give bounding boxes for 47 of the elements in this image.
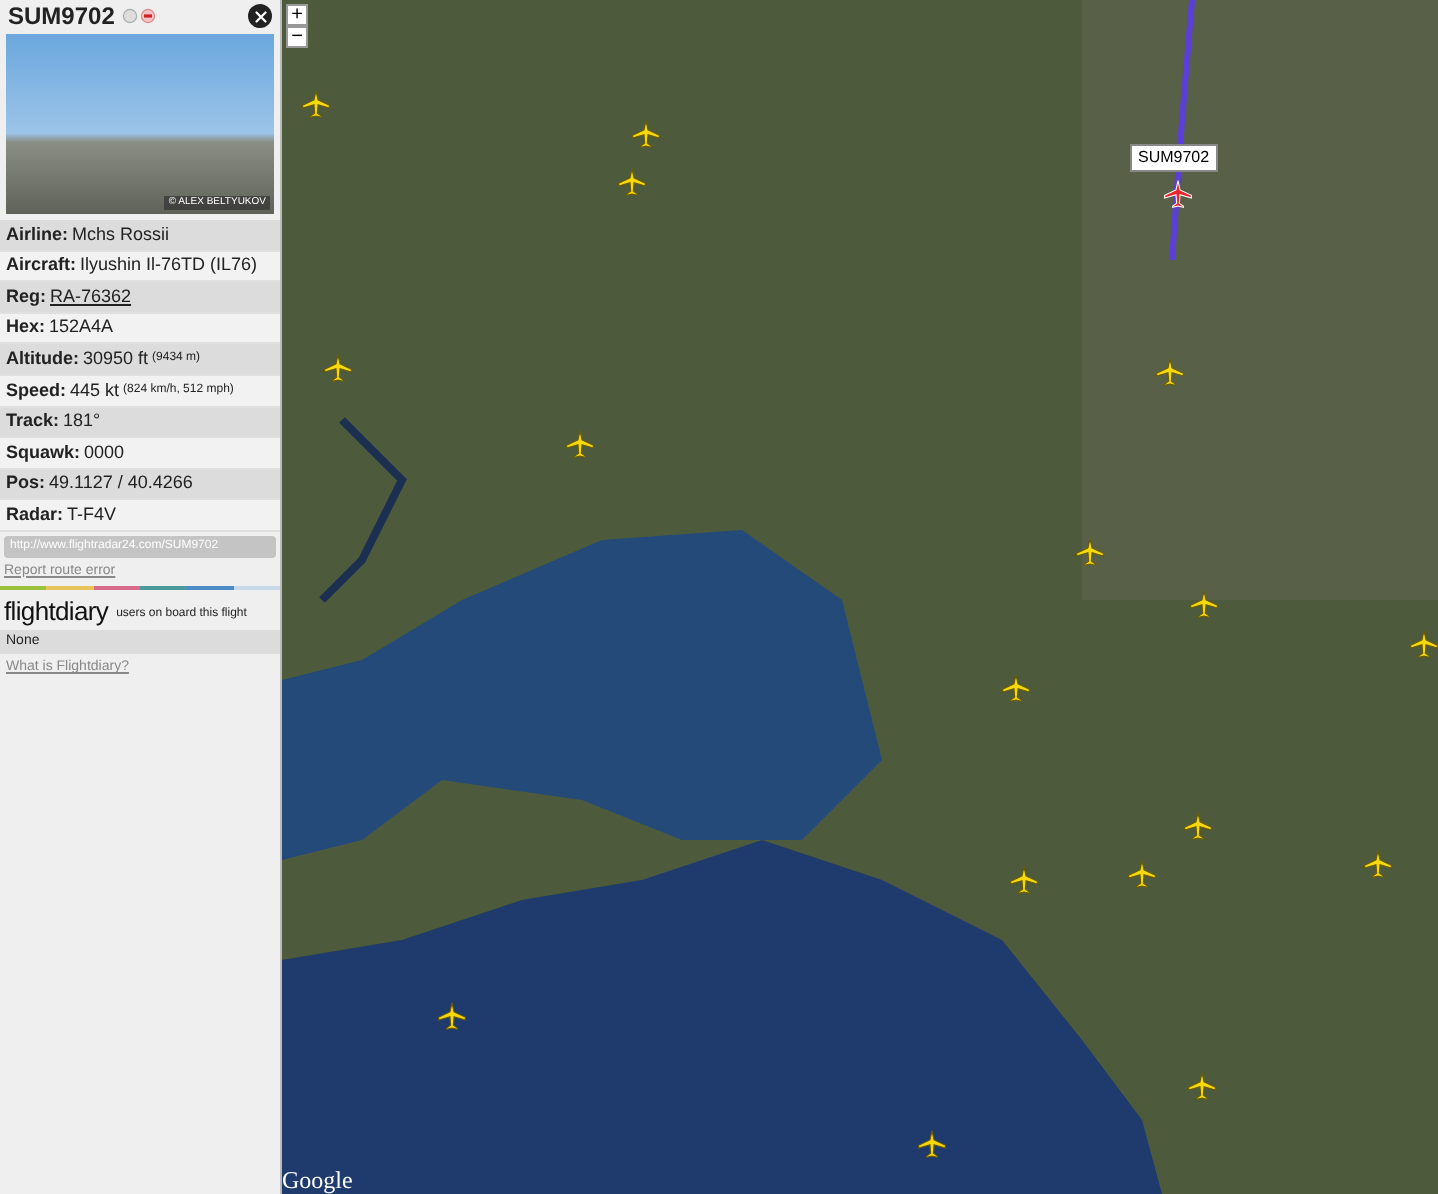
airplane-icon[interactable] bbox=[1362, 848, 1394, 880]
airplane-icon[interactable] bbox=[1182, 810, 1214, 842]
info-label: Airline: bbox=[6, 221, 69, 248]
airplane-icon[interactable] bbox=[436, 1000, 468, 1032]
info-label: Squawk: bbox=[6, 439, 81, 466]
info-label: Hex: bbox=[6, 314, 46, 341]
selected-airplane-icon[interactable] bbox=[1162, 178, 1194, 210]
airplane-icon[interactable] bbox=[300, 88, 332, 120]
flight-label: SUM9702 bbox=[1130, 144, 1218, 172]
info-label: Reg: bbox=[6, 283, 46, 310]
close-button[interactable] bbox=[248, 4, 272, 28]
airplane-icon[interactable] bbox=[564, 428, 596, 460]
airplane-icon[interactable] bbox=[1126, 858, 1158, 890]
airplane-icon[interactable] bbox=[630, 118, 662, 150]
flightdiary-logo: flightdiary bbox=[4, 598, 109, 625]
zoom-in-button[interactable]: + bbox=[286, 4, 308, 26]
airplane-icon[interactable] bbox=[1188, 588, 1220, 620]
info-value: Ilyushin Il-76TD (IL76) bbox=[80, 252, 258, 279]
info-value: 152A4A bbox=[49, 314, 114, 341]
info-label: Aircraft: bbox=[6, 252, 77, 279]
info-value: 30950 ft bbox=[83, 345, 149, 372]
airplane-icon[interactable] bbox=[1408, 628, 1438, 660]
flight-callsign: SUM9702 bbox=[8, 0, 115, 34]
airplane-icon[interactable] bbox=[1154, 356, 1186, 388]
info-value: 181° bbox=[63, 408, 101, 435]
info-label: Pos: bbox=[6, 470, 46, 497]
info-value: 0000 bbox=[84, 439, 125, 466]
google-logo: Google bbox=[282, 1164, 353, 1194]
airplane-icon[interactable] bbox=[1074, 536, 1106, 568]
registration-link[interactable]: RA-76362 bbox=[50, 283, 132, 311]
info-label: Track: bbox=[6, 408, 60, 435]
info-value: 445 kt bbox=[70, 377, 120, 404]
airplane-icon[interactable] bbox=[322, 352, 354, 384]
airplane-icon[interactable] bbox=[616, 166, 648, 198]
info-label: Speed: bbox=[6, 377, 67, 404]
satellite-map[interactable]: + − SUM9702 Google bbox=[282, 0, 1438, 1194]
zoom-out-button[interactable]: − bbox=[286, 26, 308, 48]
airplane-icon[interactable] bbox=[1008, 864, 1040, 896]
airplane-icon[interactable] bbox=[916, 1128, 948, 1160]
airplane-icon[interactable] bbox=[1186, 1070, 1218, 1102]
info-value: Mchs Rossii bbox=[72, 221, 170, 248]
info-label: Radar: bbox=[6, 501, 64, 528]
info-value: 49.1127 / 40.4266 bbox=[49, 470, 193, 497]
close-icon bbox=[251, 7, 269, 25]
info-label: Altitude: bbox=[6, 345, 79, 372]
info-value: T-F4V bbox=[67, 501, 117, 528]
airplane-icon[interactable] bbox=[1000, 672, 1032, 704]
